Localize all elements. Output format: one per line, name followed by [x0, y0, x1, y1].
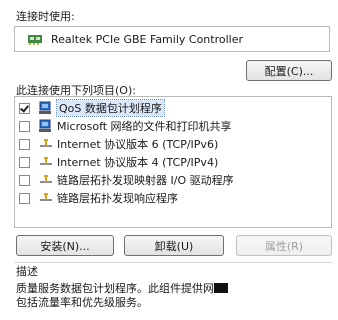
description-text: 质量服务数据包计划程序。此组件提供网 包括流量率和优先级服务。 — [16, 282, 266, 310]
properties-button[interactable]: 属性(R) — [236, 235, 332, 256]
network-adapter-icon — [28, 35, 42, 45]
description-title: 描述 — [16, 263, 42, 279]
list-item-ipv4[interactable]: Internet 协议版本 4 (TCP/IPv4) — [19, 154, 218, 170]
connect-using-label: 连接时使用: — [16, 10, 75, 23]
protocol-icon — [40, 157, 52, 165]
protocol-icon — [40, 139, 52, 147]
list-item-file-sharing[interactable]: Microsoft 网络的文件和打印机共享 — [19, 118, 232, 134]
redaction-block — [214, 283, 228, 293]
description-line-1: 质量服务数据包计划程序。此组件提供网 — [16, 282, 214, 295]
configure-button[interactable]: 配置(C)... — [246, 60, 332, 81]
item-label: 链路层拓扑发现映射器 I/O 驱动程序 — [57, 174, 234, 187]
list-item-qos[interactable]: QoS 数据包计划程序 — [19, 99, 165, 117]
checkbox[interactable] — [19, 174, 30, 186]
install-button[interactable]: 安装(N)... — [16, 235, 114, 256]
adapter-box: Realtek PCIe GBE Family Controller — [14, 26, 330, 52]
list-item-ipv6[interactable]: Internet 协议版本 6 (TCP/IPv6) — [19, 136, 218, 152]
checkbox[interactable] — [19, 192, 30, 204]
protocol-icon — [40, 193, 52, 201]
items-list[interactable]: QoS 数据包计划程序 Microsoft 网络的文件和打印机共享 Intern… — [14, 96, 332, 228]
list-item-lltd-responder[interactable]: 链路层拓扑发现响应程序 — [19, 190, 178, 206]
description-line-2: 包括流量率和优先级服务。 — [16, 296, 148, 309]
checkbox[interactable] — [19, 120, 30, 132]
item-label: Internet 协议版本 4 (TCP/IPv4) — [57, 156, 219, 169]
list-item-lltd-mapper[interactable]: 链路层拓扑发现映射器 I/O 驱动程序 — [19, 172, 234, 188]
item-label: Microsoft 网络的文件和打印机共享 — [57, 120, 232, 133]
item-label: Internet 协议版本 6 (TCP/IPv6) — [57, 138, 219, 151]
checkbox[interactable] — [19, 156, 30, 168]
adapter-name: Realtek PCIe GBE Family Controller — [51, 33, 244, 46]
file-print-sharing-icon — [39, 119, 51, 132]
uninstall-button[interactable]: 卸载(U) — [124, 235, 224, 256]
qos-service-icon — [39, 101, 51, 114]
checkbox[interactable] — [19, 138, 30, 150]
protocol-icon — [40, 175, 52, 183]
item-label: 链路层拓扑发现响应程序 — [57, 192, 178, 205]
checkbox[interactable] — [19, 102, 30, 114]
item-label: QoS 数据包计划程序 — [56, 99, 165, 117]
